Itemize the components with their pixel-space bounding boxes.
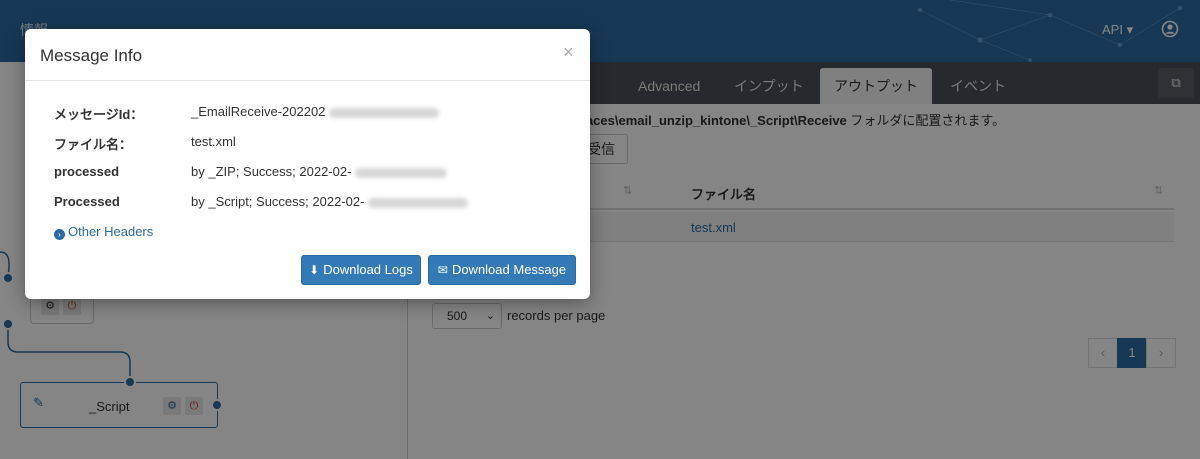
- field-label: processed: [54, 164, 120, 179]
- download-logs-button[interactable]: ⬇ Download Logs: [301, 255, 421, 285]
- field-label: ファイル名：: [54, 137, 133, 152]
- message-info-dialog: Message Info × メッセージId： _EmailReceive-20…: [25, 29, 590, 299]
- modal-title: Message Info: [40, 46, 143, 65]
- modal-header: Message Info ×: [25, 29, 590, 81]
- field-value: test.xml: [191, 134, 236, 149]
- download-message-button[interactable]: ✉ Download Message: [428, 255, 576, 285]
- download-icon: ⬇: [309, 263, 320, 277]
- envelope-icon: ✉: [437, 263, 448, 277]
- field-value: by _ZIP; Success; 2022-02-: [191, 164, 448, 179]
- other-headers-link[interactable]: › Other Headers: [54, 224, 153, 240]
- field-value: by _Script; Success; 2022-02-: [191, 194, 469, 209]
- close-icon[interactable]: ×: [563, 42, 574, 63]
- chevron-right-circle-icon: ›: [54, 229, 65, 240]
- field-label: メッセージId：: [54, 107, 144, 122]
- field-label: Processed: [54, 194, 120, 209]
- field-value: _EmailReceive-202202: [191, 104, 440, 119]
